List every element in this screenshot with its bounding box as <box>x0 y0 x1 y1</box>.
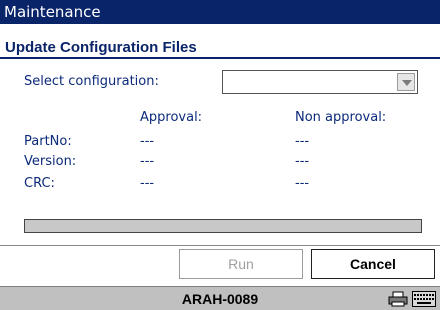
version-label: Version: <box>24 154 77 169</box>
progress-bar <box>24 219 422 233</box>
crc-approval-value: --- <box>140 176 155 191</box>
select-configuration-label: Select configuration: <box>24 74 159 89</box>
partno-label: PartNo: <box>24 134 72 149</box>
printer-icon[interactable] <box>388 291 408 307</box>
device-id: ARAH-0089 <box>181 291 259 307</box>
chevron-down-icon[interactable] <box>397 73 415 91</box>
configuration-dropdown[interactable] <box>222 70 418 94</box>
run-button[interactable]: Run <box>179 249 303 279</box>
status-bar: ARAH-0089 <box>0 286 440 310</box>
button-divider <box>0 245 440 246</box>
version-non-approval-value: --- <box>295 154 310 169</box>
version-approval-value: --- <box>140 154 155 169</box>
title-divider <box>0 57 440 59</box>
window-title: Maintenance <box>0 0 440 24</box>
partno-non-approval-value: --- <box>295 134 310 149</box>
crc-non-approval-value: --- <box>295 176 310 191</box>
keyboard-icon[interactable] <box>412 291 436 307</box>
approval-header: Approval: <box>140 110 203 125</box>
crc-label: CRC: <box>24 176 55 191</box>
partno-approval-value: --- <box>140 134 155 149</box>
non-approval-header: Non approval: <box>295 110 387 125</box>
cancel-button[interactable]: Cancel <box>311 249 435 279</box>
